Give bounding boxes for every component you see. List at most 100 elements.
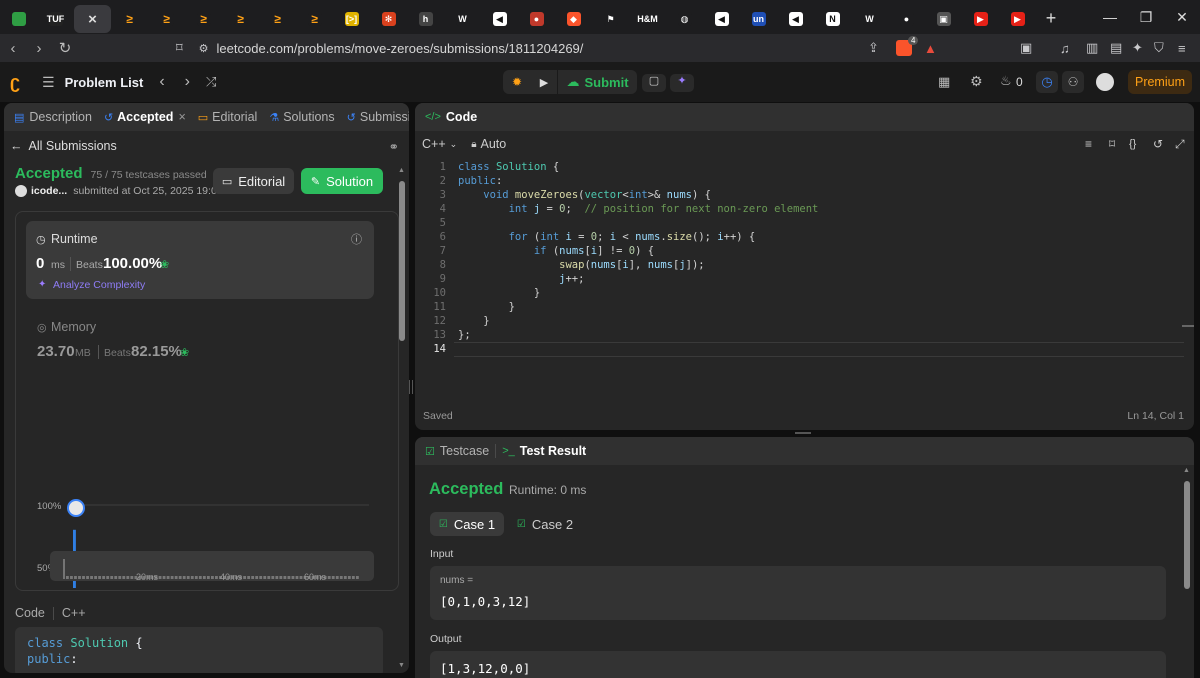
browser-tab[interactable]: ● xyxy=(518,5,555,33)
code-editor[interactable]: 1 2 3 4 5 6 7 8 9 10 11 12 13 14 class Solution { pub… xyxy=(415,103,1194,430)
new-tab-button[interactable]: + xyxy=(1036,8,1066,29)
vertical-splitter[interactable] xyxy=(409,380,413,394)
info-icon[interactable]: ⓘ xyxy=(351,231,362,247)
browser-tab[interactable]: h xyxy=(407,5,444,33)
notes-icon[interactable]: ▢ xyxy=(642,74,666,92)
solution-button[interactable]: ✎ Solution xyxy=(301,168,383,194)
analyze-complexity-link[interactable]: Analyze Complexity xyxy=(53,279,145,291)
mini-bar xyxy=(162,576,166,579)
add-friend-icon[interactable]: ⚇ xyxy=(1062,71,1084,93)
line-number: 2 xyxy=(439,175,446,187)
browser-tab[interactable]: W xyxy=(444,5,481,33)
tab-submissions[interactable]: Submissio xyxy=(360,110,409,124)
next-problem-icon[interactable]: › xyxy=(185,73,190,91)
reload-icon[interactable]: ↻ xyxy=(52,39,78,57)
tab-testcase[interactable]: Testcase xyxy=(440,444,489,458)
browser-tab[interactable]: ▶ xyxy=(999,5,1036,33)
share-icon[interactable]: ⇪ xyxy=(868,40,879,56)
prev-problem-icon[interactable]: ‹ xyxy=(159,73,164,91)
rewards-icon[interactable]: ▲ xyxy=(924,41,937,56)
close-window-button[interactable]: ✕ xyxy=(1162,0,1200,34)
browser-tab[interactable]: H&M xyxy=(629,5,666,33)
leo-icon[interactable]: ✦ xyxy=(1132,40,1143,56)
input-box: nums = [0,1,0,3,12] xyxy=(430,566,1166,620)
solution-label: Solution xyxy=(326,173,374,189)
minimize-button[interactable]: — xyxy=(1090,0,1130,34)
tab-solutions[interactable]: Solutions xyxy=(283,110,334,124)
tab-accepted[interactable]: Accepted xyxy=(117,110,173,124)
browser-tab[interactable]: N xyxy=(814,5,851,33)
link-icon[interactable]: ⚭ xyxy=(389,139,399,154)
case-2-tab[interactable]: ☑ Case 2 xyxy=(515,512,575,536)
browser-tab[interactable]: ≥ xyxy=(148,5,185,33)
horizontal-splitter[interactable] xyxy=(795,432,811,434)
scrollbar-thumb[interactable] xyxy=(399,181,405,341)
tab-editorial[interactable]: Editorial xyxy=(212,110,257,124)
streak-icon[interactable]: ♨ xyxy=(1000,73,1012,89)
result-scrollbar[interactable]: ▲ xyxy=(1183,467,1191,672)
premium-button[interactable]: Premium xyxy=(1128,70,1192,94)
browser-tab[interactable]: ⚑ xyxy=(592,5,629,33)
bookmark-icon[interactable]: ⌑ xyxy=(176,40,183,56)
browser-tab[interactable]: ◀ xyxy=(703,5,740,33)
forward-icon[interactable]: › xyxy=(26,40,52,57)
restore-button[interactable]: ❐ xyxy=(1126,0,1166,34)
browser-tab[interactable]: ▣ xyxy=(925,5,962,33)
chart-scrubber[interactable]: 20ms 40ms 60ms xyxy=(50,551,374,582)
youtube-icon: ▶ xyxy=(973,12,988,26)
layout-icon[interactable]: ▦ xyxy=(938,74,950,90)
reader-icon[interactable]: ▣ xyxy=(1020,40,1032,56)
menu-icon[interactable]: ≡ xyxy=(1178,41,1186,56)
browser-tab[interactable]: ≥ xyxy=(185,5,222,33)
browser-tab[interactable] xyxy=(0,5,37,33)
scrollbar-thumb[interactable] xyxy=(1184,481,1190,589)
debug-icon[interactable]: ✹ xyxy=(503,70,531,94)
mini-tick-label: 40ms xyxy=(220,572,243,581)
sidebar-icon[interactable]: ▥ xyxy=(1086,40,1098,56)
wallet-icon[interactable]: ▤ xyxy=(1110,40,1122,56)
browser-tab[interactable]: ▶ xyxy=(962,5,999,33)
browser-tab[interactable]: × xyxy=(74,5,111,33)
vpn-icon[interactable]: ⛉ xyxy=(1154,40,1164,56)
settings-icon[interactable]: ⚙ xyxy=(970,73,983,90)
runtime-card[interactable]: ◷ Runtime ⓘ 0 ms Beats 100.00% ❀ ✦ Analy… xyxy=(26,221,374,299)
leetcode-logo[interactable]: ʗ xyxy=(10,72,20,93)
tab-test-result[interactable]: Test Result xyxy=(520,444,586,458)
left-scrollbar[interactable]: ▲ ▼ xyxy=(398,167,406,669)
browser-tab[interactable]: ✻ xyxy=(370,5,407,33)
site-info-icon[interactable]: ⚙ xyxy=(199,42,209,55)
problem-list-link[interactable]: Problem List xyxy=(65,75,144,90)
mini-bar xyxy=(291,576,295,579)
browser-tab[interactable]: ≥ xyxy=(296,5,333,33)
browser-tab[interactable]: ≥ xyxy=(259,5,296,33)
browser-tab[interactable]: ≥ xyxy=(111,5,148,33)
browser-tab[interactable]: W xyxy=(851,5,888,33)
tab-description[interactable]: Description xyxy=(29,110,92,124)
avatar[interactable] xyxy=(1096,73,1114,91)
browser-tab[interactable]: un xyxy=(740,5,777,33)
browser-tab[interactable]: TUF xyxy=(37,5,74,33)
user-avatar[interactable] xyxy=(15,185,27,197)
browser-tab[interactable]: ◍ xyxy=(666,5,703,33)
browser-tab[interactable]: [>] xyxy=(333,5,370,33)
shuffle-icon[interactable]: ⤮ xyxy=(206,74,216,90)
browser-tab[interactable]: ◀ xyxy=(481,5,518,33)
browser-tab[interactable]: ● xyxy=(888,5,925,33)
case-1-tab[interactable]: ☑ Case 1 xyxy=(430,512,504,536)
back-icon[interactable]: ‹ xyxy=(0,40,26,57)
browser-tab[interactable]: ≥ xyxy=(222,5,259,33)
browser-tab[interactable]: ◀ xyxy=(777,5,814,33)
arrow-left-icon[interactable]: ← xyxy=(10,139,23,153)
ai-icon[interactable]: ✦ xyxy=(670,74,694,92)
editorial-button[interactable]: ▭ Editorial xyxy=(213,168,294,194)
submit-button[interactable]: ☁ Submit xyxy=(557,70,637,94)
all-submissions-link[interactable]: All Submissions xyxy=(29,139,117,153)
music-icon[interactable]: ♫ xyxy=(1060,41,1070,56)
url-field[interactable]: leetcode.com/problems/move-zeroes/submis… xyxy=(217,41,584,56)
browser-tab[interactable]: ◆ xyxy=(555,5,592,33)
close-tab-icon[interactable]: × xyxy=(178,110,185,124)
run-icon[interactable]: ▶ xyxy=(531,70,557,94)
problem-list-icon[interactable]: ☰ xyxy=(42,74,55,91)
timer-icon[interactable]: ◷ xyxy=(1036,71,1058,93)
username[interactable]: icode... xyxy=(31,185,67,197)
